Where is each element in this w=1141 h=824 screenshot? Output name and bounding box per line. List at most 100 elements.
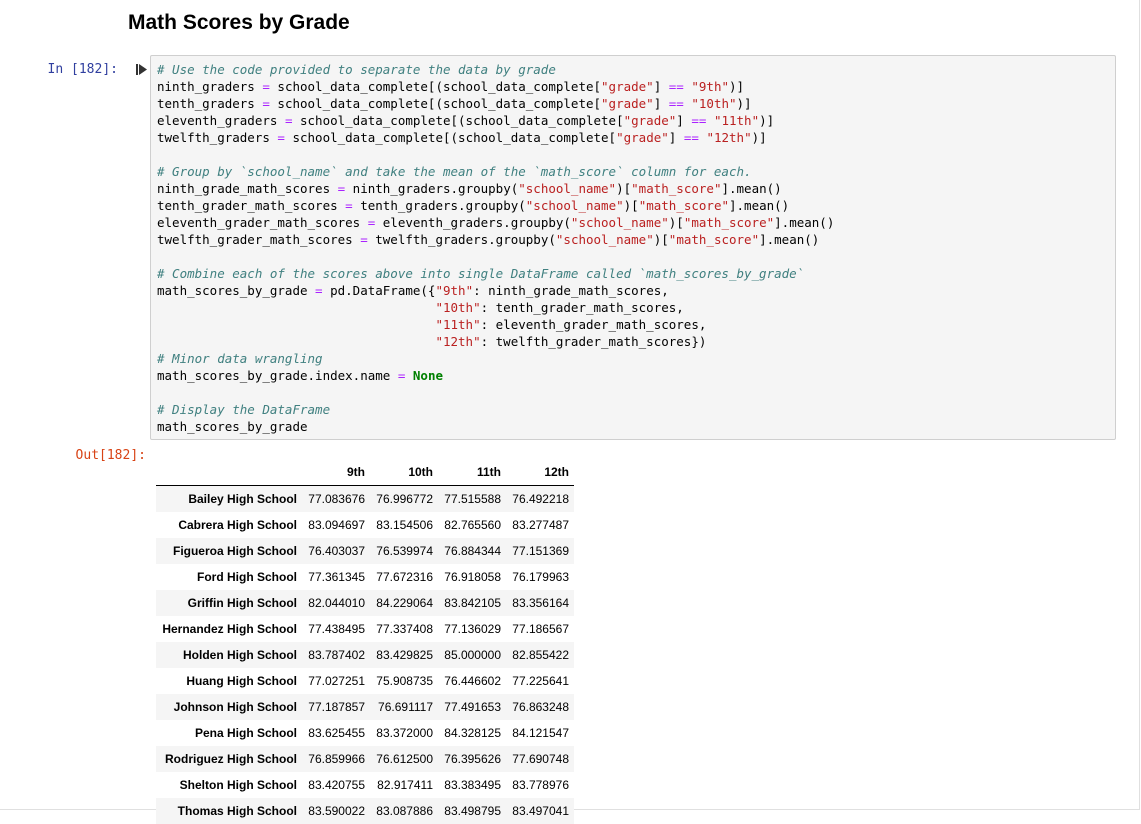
- code-token: tenth_grader_math_scores: [157, 198, 345, 213]
- run-cell-icon[interactable]: [136, 64, 147, 75]
- code-token: "11th": [435, 317, 480, 332]
- code-token: : ninth_grade_math_scores,: [473, 283, 669, 298]
- table-cell: 77.438495: [302, 616, 370, 642]
- table-cell: 83.087886: [370, 798, 438, 824]
- table-cell: 77.136029: [438, 616, 506, 642]
- table-cell: 82.855422: [506, 642, 574, 668]
- code-token: tenth_graders.groupby(: [353, 198, 526, 213]
- code-line: math_scores_by_grade: [157, 418, 834, 435]
- code-token: )]: [729, 79, 744, 94]
- code-token: eleventh_graders.groupby(: [375, 215, 571, 230]
- table-cell: 75.908735: [370, 668, 438, 694]
- code-token: school_data_complete[(school_data_comple…: [285, 130, 616, 145]
- code-token: )[: [669, 215, 684, 230]
- table-cell: 76.446602: [438, 668, 506, 694]
- row-index-label: Figueroa High School: [156, 538, 302, 564]
- code-token: twelfth_grader_math_scores: [157, 232, 360, 247]
- table-cell: 82.765560: [438, 512, 506, 538]
- code-token: "school_name": [518, 181, 616, 196]
- code-cell-input[interactable]: # Use the code provided to separate the …: [150, 55, 1116, 440]
- code-line: math_scores_by_grade = pd.DataFrame({"9t…: [157, 282, 834, 299]
- code-editor[interactable]: # Use the code provided to separate the …: [157, 61, 834, 435]
- code-line: # Display the DataFrame: [157, 401, 834, 418]
- code-line: "10th": tenth_grader_math_scores,: [157, 299, 834, 316]
- code-line: # Use the code provided to separate the …: [157, 61, 834, 78]
- table-row: Hernandez High School77.43849577.3374087…: [156, 616, 574, 642]
- table-cell: 83.154506: [370, 512, 438, 538]
- table-cell: 76.395626: [438, 746, 506, 772]
- table-cell: 77.361345: [302, 564, 370, 590]
- table-cell: 77.672316: [370, 564, 438, 590]
- table-cell: 83.498795: [438, 798, 506, 824]
- code-token: school_data_complete[(school_data_comple…: [292, 113, 623, 128]
- code-line: # Group by `school_name` and take the me…: [157, 163, 834, 180]
- code-line: twelfth_grader_math_scores = twelfth_gra…: [157, 231, 834, 248]
- code-token: ==: [669, 96, 684, 111]
- code-token: ]: [654, 79, 669, 94]
- row-index-label: Rodriguez High School: [156, 746, 302, 772]
- table-row: Shelton High School83.42075582.91741183.…: [156, 772, 574, 798]
- code-token: "grade": [601, 79, 654, 94]
- code-token: "10th": [435, 300, 480, 315]
- code-token: ].mean(): [721, 181, 781, 196]
- code-token: twelfth_graders.groupby(: [368, 232, 556, 247]
- code-token: : twelfth_grader_math_scores}): [481, 334, 707, 349]
- row-index-label: Pena High School: [156, 720, 302, 746]
- code-token: # Minor data wrangling: [157, 351, 323, 366]
- code-token: "school_name": [571, 215, 669, 230]
- table-cell: 77.491653: [438, 694, 506, 720]
- table-cell: 76.884344: [438, 538, 506, 564]
- table-body: Bailey High School77.08367676.99677277.5…: [156, 486, 574, 824]
- code-token: =: [262, 79, 270, 94]
- column-header: 12th: [506, 459, 574, 486]
- code-token: =: [345, 198, 353, 213]
- code-line: "12th": twelfth_grader_math_scores}): [157, 333, 834, 350]
- table-cell: 77.151369: [506, 538, 574, 564]
- column-header: 9th: [302, 459, 370, 486]
- code-token: # Use the code provided to separate the …: [157, 62, 556, 77]
- code-token: "grade": [601, 96, 654, 111]
- code-token: [405, 368, 413, 383]
- table-cell: 76.691117: [370, 694, 438, 720]
- code-token: "math_score": [669, 232, 759, 247]
- code-token: school_data_complete[(school_data_comple…: [270, 96, 601, 111]
- code-token: ].mean(): [729, 198, 789, 213]
- row-index-label: Thomas High School: [156, 798, 302, 824]
- table-row: Griffin High School82.04401084.22906483.…: [156, 590, 574, 616]
- output-prompt: Out[182]:: [0, 448, 146, 463]
- code-token: ==: [684, 130, 699, 145]
- table-cell: 76.539974: [370, 538, 438, 564]
- table-cell: 83.787402: [302, 642, 370, 668]
- index-header: [156, 459, 302, 486]
- column-header: 11th: [438, 459, 506, 486]
- code-line: [157, 146, 834, 163]
- column-header: 10th: [370, 459, 438, 486]
- code-token: ==: [691, 113, 706, 128]
- code-token: =: [360, 232, 368, 247]
- code-token: )]: [759, 113, 774, 128]
- code-token: ]: [669, 130, 684, 145]
- table-cell: 83.383495: [438, 772, 506, 798]
- code-line: eleventh_graders = school_data_complete[…: [157, 112, 834, 129]
- code-token: )[: [616, 181, 631, 196]
- code-token: )]: [752, 130, 767, 145]
- row-index-label: Holden High School: [156, 642, 302, 668]
- code-token: math_scores_by_grade: [157, 419, 308, 434]
- code-token: "school_name": [556, 232, 654, 247]
- code-token: "grade": [624, 113, 677, 128]
- table-row: Cabrera High School83.09469783.15450682.…: [156, 512, 574, 538]
- code-token: [157, 317, 435, 332]
- table-cell: 83.094697: [302, 512, 370, 538]
- table-cell: 83.590022: [302, 798, 370, 824]
- table-cell: 83.497041: [506, 798, 574, 824]
- table-header-row: 9th10th11th12th: [156, 459, 574, 486]
- table-cell: 84.121547: [506, 720, 574, 746]
- table-row: Figueroa High School76.40303776.53997476…: [156, 538, 574, 564]
- table-row: Bailey High School77.08367676.99677277.5…: [156, 486, 574, 513]
- table-cell: 76.492218: [506, 486, 574, 513]
- code-line: [157, 384, 834, 401]
- table-cell: 83.625455: [302, 720, 370, 746]
- code-token: "9th": [435, 283, 473, 298]
- table-cell: 76.996772: [370, 486, 438, 513]
- code-token: [706, 113, 714, 128]
